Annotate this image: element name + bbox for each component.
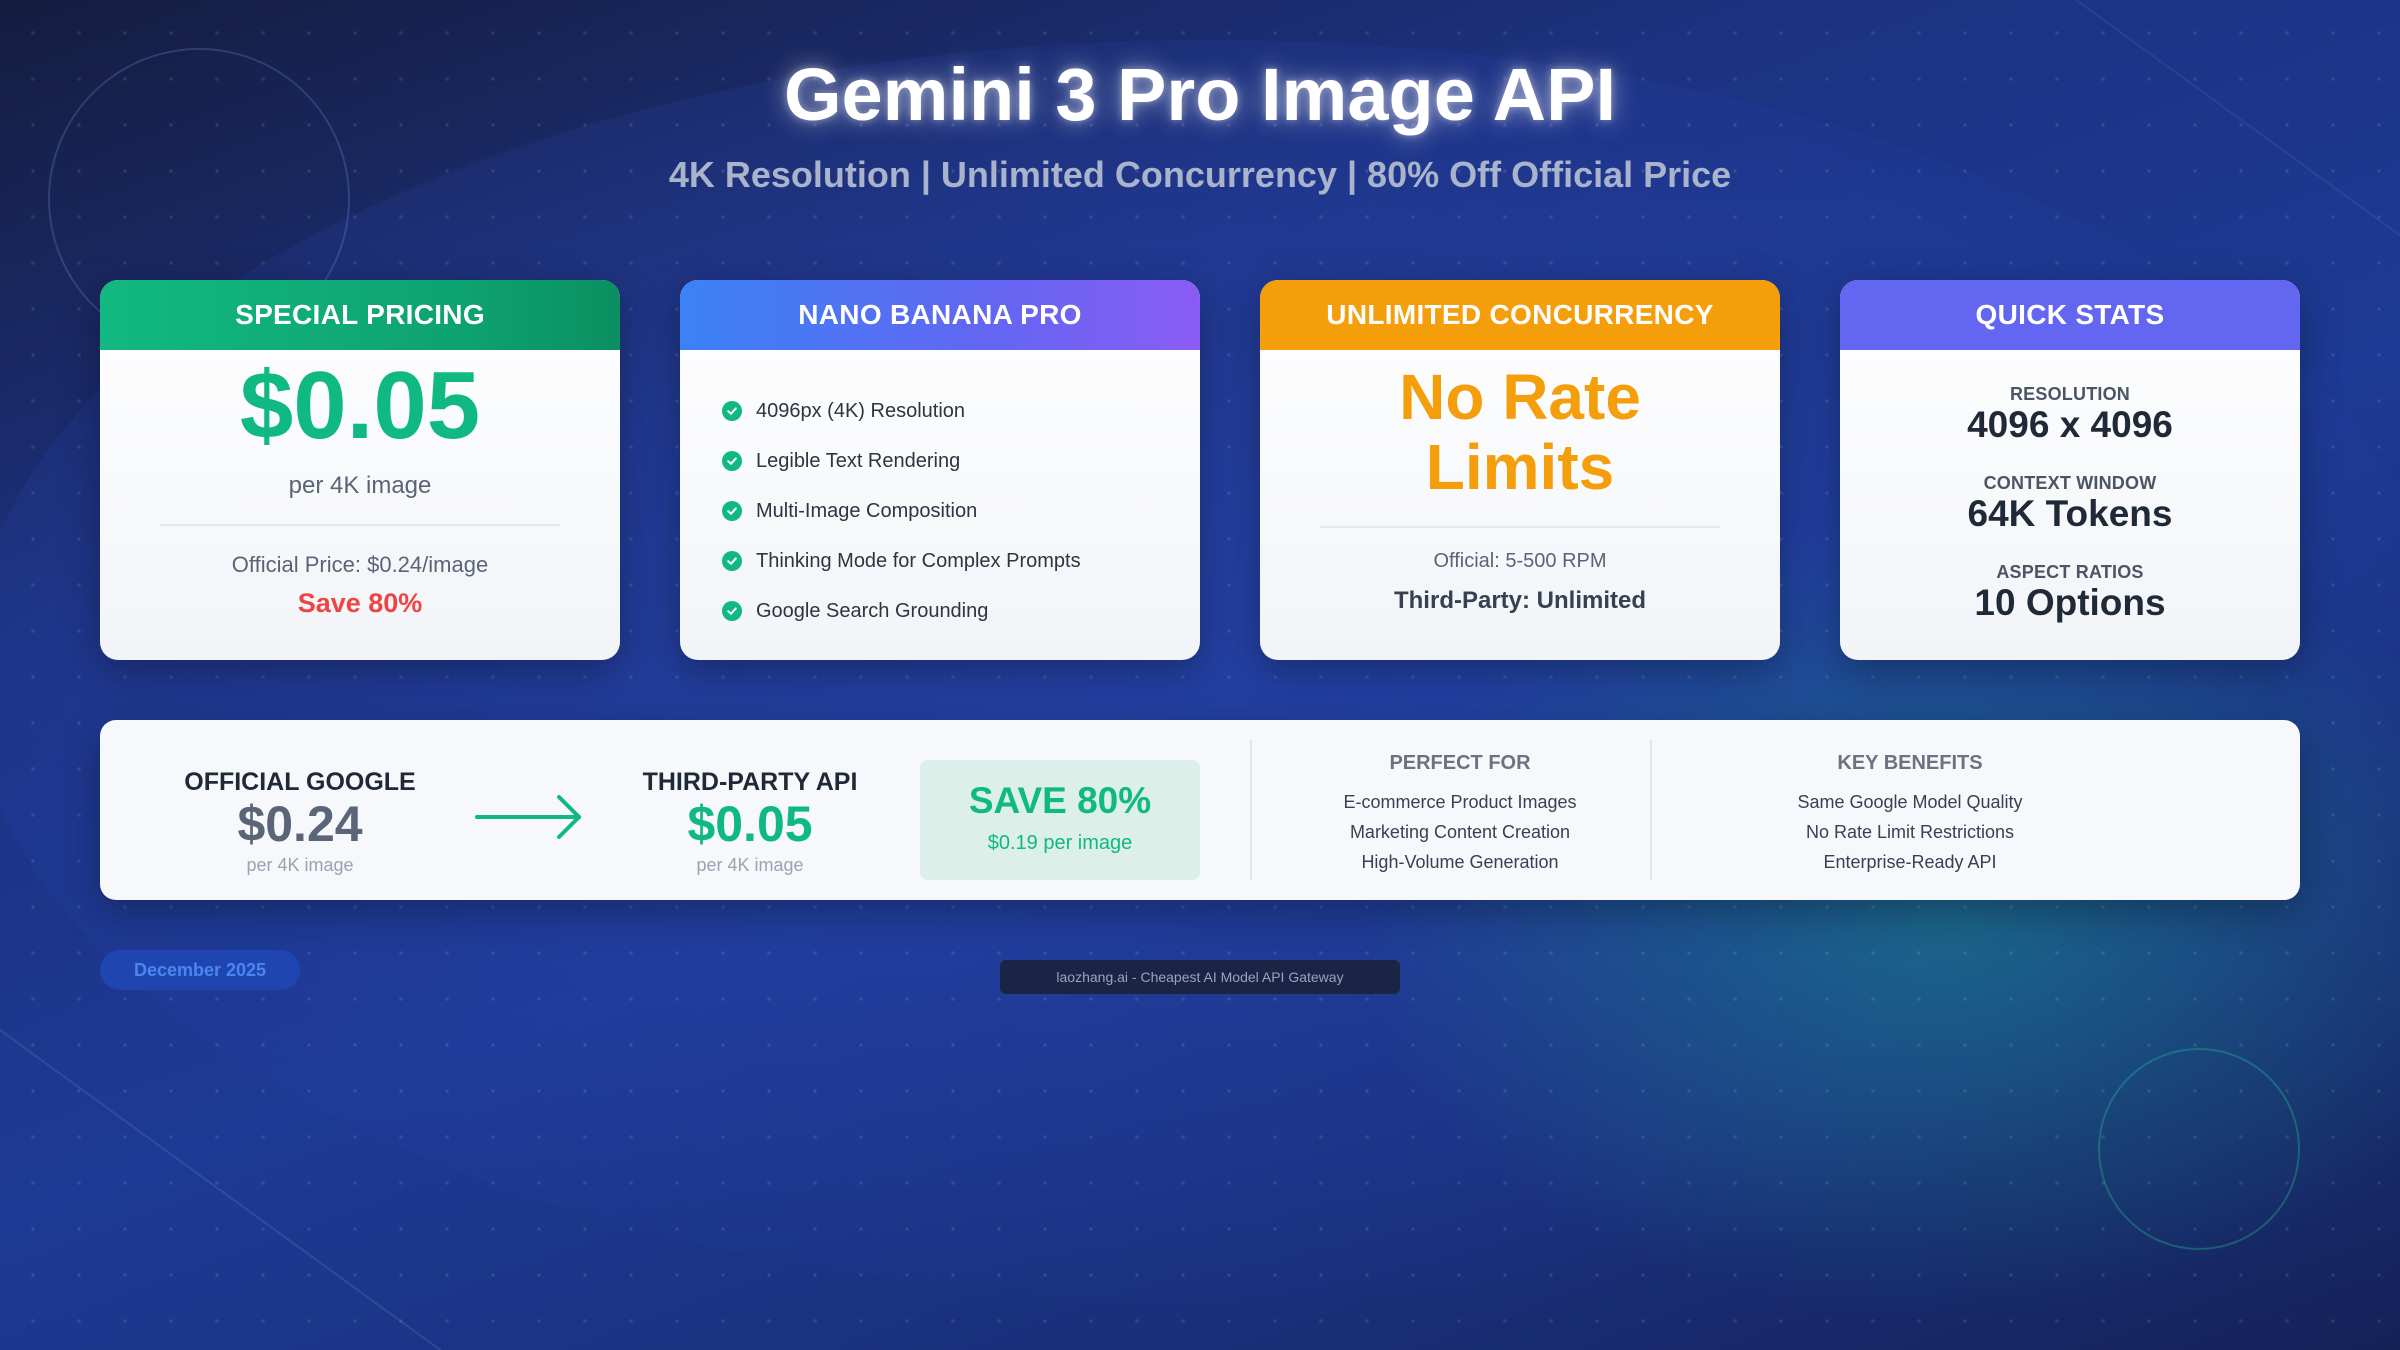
check-icon — [722, 501, 742, 521]
section-heading: PERFECT FOR — [1389, 752, 1531, 774]
page-title: Gemini 3 Pro Image API — [783, 53, 1617, 136]
price-unit: per 4K image — [696, 855, 804, 875]
unlimited-concurrency-card: UNLIMITED CONCURRENCY No Rate Limits Off… — [1260, 280, 1780, 660]
page-subtitle: 4K Resolution | Unlimited Concurrency | … — [668, 154, 1732, 195]
background-dot-grid — [0, 0, 2400, 1350]
save-label: Save 80% — [297, 588, 423, 618]
date-badge: December 2025 — [100, 950, 300, 990]
savings-box: SAVE 80% $0.19 per image — [920, 760, 1200, 880]
feature-text: 4096px (4K) Resolution — [756, 399, 966, 422]
official-google-price: OFFICIAL GOOGLE $0.24 per 4K image — [160, 768, 440, 876]
feature-list: 4096px (4K) Resolution Legible Text Rend… — [680, 350, 1200, 636]
savings-headline: SAVE 80% — [968, 780, 1152, 821]
list-item: Same Google Model Quality — [1797, 792, 2023, 812]
card-heading: QUICK STATS — [1840, 280, 2300, 350]
price-value: $0.24 — [237, 796, 363, 852]
decorative-line — [0, 1000, 527, 1350]
quick-stats-card: QUICK STATS RESOLUTION 4096 x 4096 CONTE… — [1840, 280, 2300, 660]
list-item: High-Volume Generation — [1361, 852, 1559, 872]
price-comparison-panel: OFFICIAL GOOGLE $0.24 per 4K image THIRD… — [100, 720, 2300, 900]
price-unit: per 4K image — [246, 855, 354, 875]
card-heading: UNLIMITED CONCURRENCY — [1260, 280, 1780, 350]
background-blob — [0, 40, 2400, 1300]
savings-detail: $0.19 per image — [987, 832, 1133, 854]
divider — [1250, 740, 1252, 880]
divider — [1650, 740, 1652, 880]
decorative-ring-bottom-right — [2098, 1048, 2300, 1250]
background — [0, 0, 2400, 1350]
list-item: No Rate Limit Restrictions — [1805, 822, 2015, 842]
price-unit: per 4K image — [288, 472, 432, 499]
divider — [160, 524, 560, 526]
stat-aspect-ratios: ASPECT RATIOS 10 Options — [1840, 562, 2300, 623]
stat-value: 10 Options — [1974, 582, 2166, 623]
feature-item: Multi-Image Composition — [722, 486, 1200, 536]
third-party-price: THIRD-PARTY API $0.05 per 4K image — [610, 768, 890, 876]
list-item: Marketing Content Creation — [1349, 822, 1571, 842]
check-icon — [722, 601, 742, 621]
section-heading: KEY BENEFITS — [1837, 752, 1983, 774]
stat-label: CONTEXT WINDOW — [1983, 473, 2157, 493]
nano-banana-pro-card: NANO BANANA PRO 4096px (4K) Resolution L… — [680, 280, 1200, 660]
stat-value: 64K Tokens — [1967, 493, 2173, 534]
special-price: $0.05 — [239, 352, 481, 459]
footer-credit: laozhang.ai - Cheapest AI Model API Gate… — [1000, 960, 1400, 994]
feature-text: Thinking Mode for Complex Prompts — [756, 549, 1081, 572]
feature-item: Legible Text Rendering — [722, 436, 1200, 486]
headline-line: No Rate — [1399, 361, 1641, 433]
special-pricing-card: SPECIAL PRICING $0.05 per 4K image Offic… — [100, 280, 620, 660]
stat-label: RESOLUTION — [2009, 384, 2130, 404]
check-icon — [722, 551, 742, 571]
feature-item: Google Search Grounding — [722, 586, 1200, 636]
check-icon — [722, 451, 742, 471]
list-item: Enterprise-Ready API — [1823, 852, 1997, 872]
official-rpm: Official: 5-500 RPM — [1433, 550, 1607, 572]
divider — [1320, 526, 1720, 528]
stat-resolution: RESOLUTION 4096 x 4096 — [1840, 384, 2300, 445]
feature-item: 4096px (4K) Resolution — [722, 386, 1200, 436]
feature-text: Legible Text Rendering — [756, 449, 961, 472]
stat-context-window: CONTEXT WINDOW 64K Tokens — [1840, 473, 2300, 534]
no-rate-limits-headline: No Rate Limits — [1260, 362, 1780, 502]
list-item: E-commerce Product Images — [1343, 792, 1577, 812]
key-benefits-section: KEY BENEFITS Same Google Model Quality N… — [1660, 752, 2160, 877]
perfect-for-section: PERFECT FOR E-commerce Product Images Ma… — [1260, 752, 1660, 877]
third-party-rpm: Third-Party: Unlimited — [1393, 587, 1646, 614]
card-heading: NANO BANANA PRO — [680, 280, 1200, 350]
price-value: $0.05 — [687, 796, 813, 852]
price-label: OFFICIAL GOOGLE — [184, 768, 416, 796]
feature-text: Google Search Grounding — [756, 599, 989, 622]
official-price: Official Price: $0.24/image — [231, 552, 489, 577]
stat-label: ASPECT RATIOS — [1996, 562, 2144, 582]
feature-item: Thinking Mode for Complex Prompts — [722, 536, 1200, 586]
stat-value: 4096 x 4096 — [1967, 404, 2173, 445]
arrow-right-icon — [475, 795, 581, 839]
headline-line: Limits — [1425, 431, 1615, 503]
price-label: THIRD-PARTY API — [642, 768, 858, 796]
feature-text: Multi-Image Composition — [756, 499, 978, 522]
card-heading: SPECIAL PRICING — [100, 280, 620, 350]
check-icon — [722, 401, 742, 421]
